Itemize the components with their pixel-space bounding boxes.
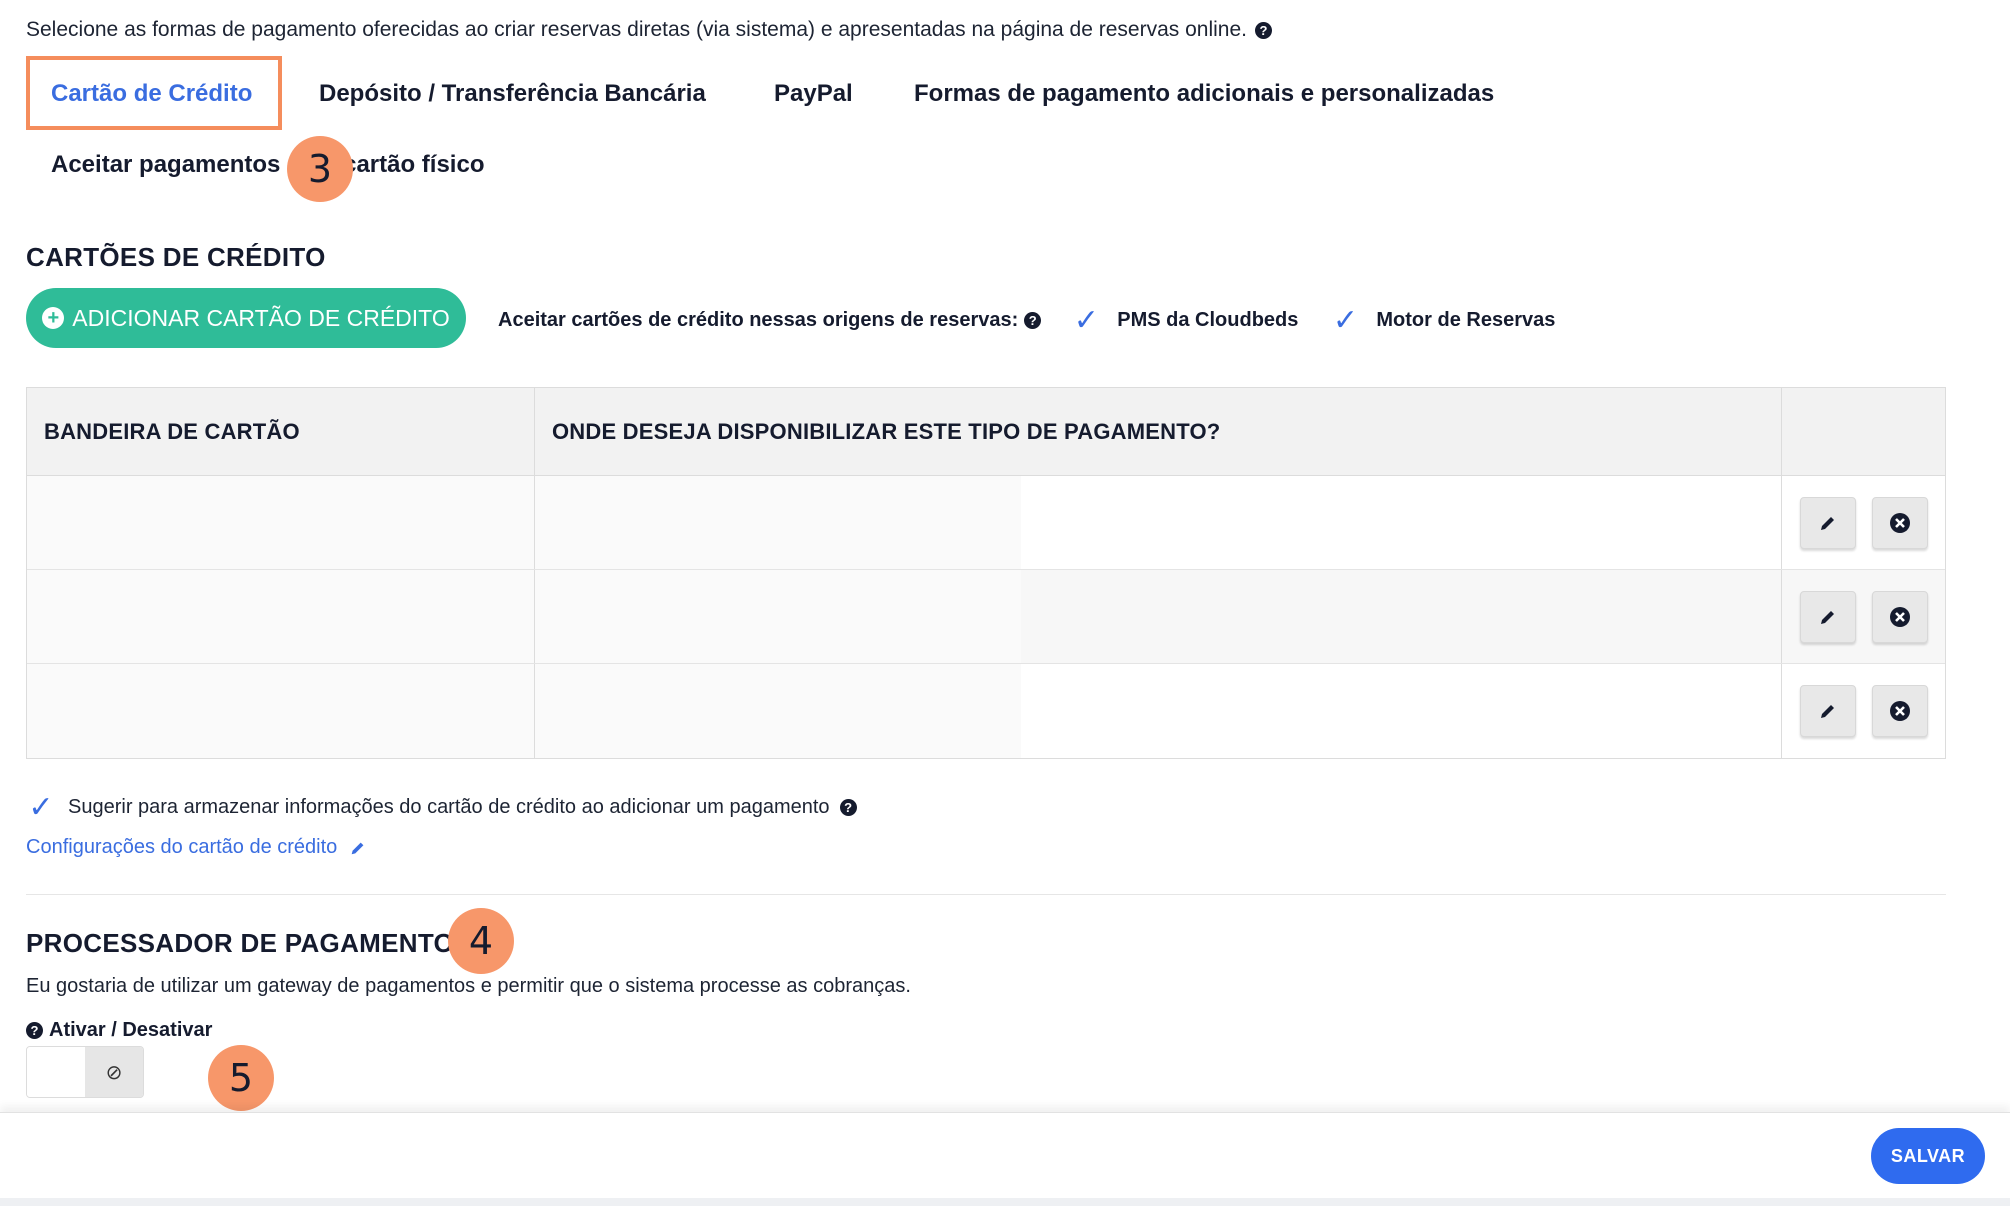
edit-button[interactable] <box>1799 590 1856 643</box>
suggest-store-label: Sugerir para armazenar informações do ca… <box>68 796 830 818</box>
redacted-content <box>535 570 1021 663</box>
pencil-icon <box>1820 705 1834 718</box>
redacted-content <box>27 664 534 758</box>
edit-button[interactable] <box>1799 685 1856 737</box>
credit-card-settings-label[interactable]: Configurações do cartão de crédito <box>26 836 337 859</box>
toggle-track <box>27 1047 85 1097</box>
checkmark-icon[interactable]: ✓ <box>1328 303 1362 338</box>
toggle-label-row: ? Ativar / Desativar <box>26 1019 212 1042</box>
table-row <box>27 664 1945 758</box>
origin-label-pms: PMS da Cloudbeds <box>1117 309 1299 331</box>
checkmark-icon[interactable]: ✓ <box>1069 303 1103 338</box>
footer-bottom-strip <box>0 1198 2010 1206</box>
table-row <box>27 570 1945 664</box>
redacted-content <box>535 476 1021 569</box>
plus-circle-icon: + <box>42 307 65 329</box>
disabled-icon: ⊘ <box>85 1047 143 1097</box>
header-actions <box>1782 388 1945 475</box>
cell-actions <box>1782 570 1945 663</box>
delete-button[interactable] <box>1871 496 1928 549</box>
processor-toggle[interactable]: ⊘ <box>26 1046 144 1098</box>
close-circle-icon <box>1889 512 1910 533</box>
tab-bank-transfer[interactable]: Depósito / Transferência Bancária <box>319 80 706 108</box>
add-credit-card-label: ADICIONAR CARTÃO DE CRÉDITO <box>72 304 450 331</box>
intro-text-row: Selecione as formas de pagamento ofereci… <box>26 18 1272 42</box>
tab-card-present[interactable]: Aceitar pagamentos com cartão físico <box>51 151 484 179</box>
table-header: BANDEIRA DE CARTÃO ONDE DESEJA DISPONIBI… <box>27 388 1945 476</box>
cell-actions <box>1782 664 1945 758</box>
cell-card-brand <box>27 664 535 758</box>
add-credit-card-button[interactable]: + ADICIONAR CARTÃO DE CRÉDITO <box>26 288 466 348</box>
footer-bar <box>0 1112 2010 1206</box>
tab-additional-payments[interactable]: Formas de pagamento adicionais e persona… <box>914 80 1494 108</box>
save-button[interactable]: SALVAR <box>1871 1128 1985 1184</box>
step-badge-5: 5 <box>208 1045 274 1111</box>
help-icon[interactable]: ? <box>839 799 857 816</box>
credit-cards-title: CARTÕES DE CRÉDITO <box>26 242 326 272</box>
tab-credit-card[interactable]: Cartão de Crédito <box>51 80 252 108</box>
pencil-icon <box>1820 516 1834 530</box>
accept-origins-label: Aceitar cartões de crédito nessas origen… <box>498 309 1019 331</box>
delete-button[interactable] <box>1871 590 1928 643</box>
tab-paypal[interactable]: PayPal <box>774 80 853 108</box>
accept-origins-row: Aceitar cartões de crédito nessas origen… <box>498 303 1555 338</box>
delete-button[interactable] <box>1871 685 1928 737</box>
payment-processor-title: PROCESSADOR DE PAGAMENTOS <box>26 928 472 958</box>
header-card-brand: BANDEIRA DE CARTÃO <box>27 388 535 475</box>
redacted-content <box>27 476 534 569</box>
pencil-icon <box>352 842 364 854</box>
origin-label-booking-engine: Motor de Reservas <box>1376 309 1556 331</box>
step-badge-3: 3 <box>287 136 353 202</box>
checkmark-icon[interactable]: ✓ <box>24 790 58 825</box>
help-icon[interactable]: ? <box>26 1022 43 1039</box>
header-availability: ONDE DESEJA DISPONIBILIZAR ESTE TIPO DE … <box>535 388 1782 475</box>
redacted-content <box>27 570 534 663</box>
pencil-icon <box>1820 610 1834 624</box>
step-badge-4: 4 <box>448 908 514 974</box>
cell-availability <box>535 664 1782 758</box>
section-divider <box>26 894 1946 895</box>
help-icon[interactable]: ? <box>1255 21 1272 39</box>
toggle-label: Ativar / Desativar <box>49 1019 213 1041</box>
edit-button[interactable] <box>1799 496 1856 549</box>
suggest-store-row: ✓ Sugerir para armazenar informações do … <box>24 790 857 825</box>
cell-card-brand <box>27 570 535 663</box>
credit-card-settings-link[interactable]: Configurações do cartão de crédito <box>26 836 367 859</box>
cell-availability <box>535 476 1782 569</box>
credit-card-table: BANDEIRA DE CARTÃO ONDE DESEJA DISPONIBI… <box>26 387 1946 759</box>
close-circle-icon <box>1889 701 1910 721</box>
intro-text: Selecione as formas de pagamento ofereci… <box>26 18 1247 41</box>
cell-availability <box>535 570 1782 663</box>
redacted-content <box>535 664 1021 758</box>
close-circle-icon <box>1889 606 1910 627</box>
gateway-description: Eu gostaria de utilizar um gateway de pa… <box>26 975 911 997</box>
table-row <box>27 476 1945 570</box>
help-icon[interactable]: ? <box>1024 312 1042 329</box>
cell-actions <box>1782 476 1945 569</box>
cell-card-brand <box>27 476 535 569</box>
